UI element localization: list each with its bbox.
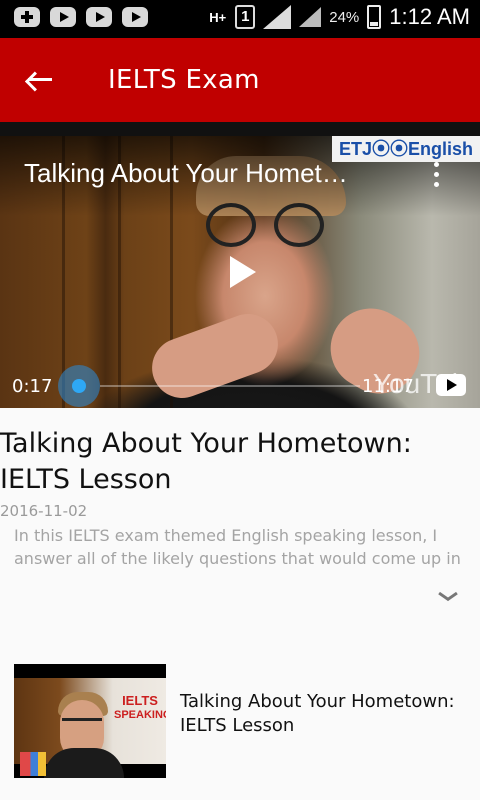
video-player[interactable]: ETJ⦿⦿English Talking About Your Homet… Y… xyxy=(0,136,480,408)
more-options-icon[interactable] xyxy=(432,162,440,190)
video-title: Talking About Your Hometown: IELTS Lesso… xyxy=(0,428,412,495)
page-title: IELTS Exam xyxy=(108,65,260,95)
video-duration: 11:17 xyxy=(362,376,414,397)
back-arrow-icon xyxy=(24,68,54,92)
signal-2-icon xyxy=(299,7,322,27)
current-time: 0:17 xyxy=(12,376,53,397)
youtube-notification-icon xyxy=(122,7,148,27)
app-bar: IELTS Exam xyxy=(0,38,480,122)
notification-icons xyxy=(14,7,148,27)
status-bar: H+ 1 24% 1:12 AM xyxy=(0,0,480,38)
video-thumbnail: IELTS SPEAKING xyxy=(14,664,166,778)
video-overlay-title: Talking About Your Homet… xyxy=(24,158,348,188)
seek-bar[interactable] xyxy=(100,385,360,387)
network-type: H+ xyxy=(209,9,227,25)
play-icon[interactable] xyxy=(230,256,256,288)
list-item[interactable]: IELTS SPEAKING Talking About Your Hometo… xyxy=(14,664,466,778)
chevron-down-icon[interactable] xyxy=(438,588,456,606)
thumbnail-label: IELTS SPEAKING xyxy=(114,693,166,722)
back-button[interactable] xyxy=(0,38,80,122)
youtube-notification-icon xyxy=(86,7,112,27)
sim-icon: 1 xyxy=(235,5,256,29)
video-description: In this IELTS exam themed English speaki… xyxy=(14,526,461,568)
divider xyxy=(0,122,480,136)
signal-icon xyxy=(263,5,292,29)
seek-handle[interactable] xyxy=(58,365,100,407)
youtube-notification-icon xyxy=(50,7,76,27)
related-video-title: Talking About Your Hometown: IELTS Lesso… xyxy=(180,691,455,736)
publish-date: 2016-11-02 xyxy=(0,502,88,520)
youtube-logo-button[interactable] xyxy=(436,374,466,396)
battery-icon xyxy=(367,5,382,29)
battery-percent: 24% xyxy=(329,8,360,26)
clock: 1:12 AM xyxy=(389,4,470,29)
video-frame-detail xyxy=(143,305,287,407)
add-notification-icon xyxy=(14,7,40,27)
system-indicators: H+ 1 24% 1:12 AM xyxy=(209,4,470,30)
